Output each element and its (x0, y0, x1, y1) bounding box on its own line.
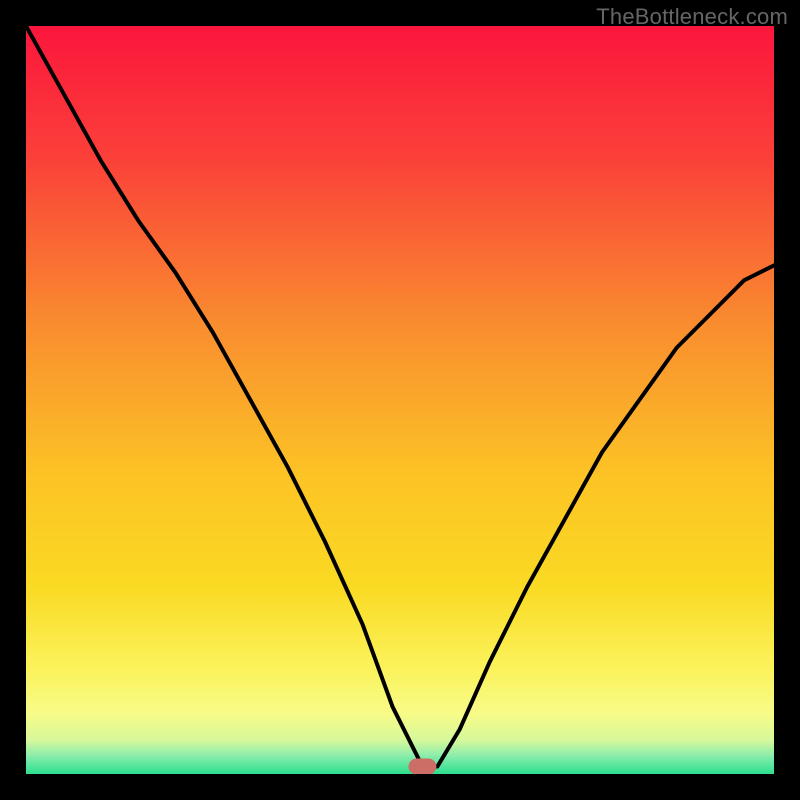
chart-svg (26, 26, 774, 774)
gradient-background (26, 26, 774, 774)
chart-container: TheBottleneck.com (0, 0, 800, 800)
min-marker (408, 759, 436, 774)
plot-area (26, 26, 774, 774)
attribution-text: TheBottleneck.com (596, 4, 788, 30)
